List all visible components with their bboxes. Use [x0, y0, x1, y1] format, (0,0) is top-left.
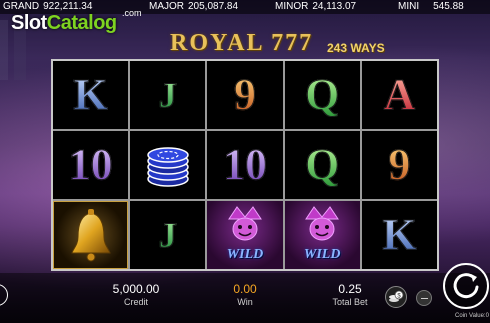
- slotcatalog-logo: SlotCatalog: [11, 12, 117, 35]
- bell-icon: [70, 209, 111, 262]
- symbol-10: 10: [222, 140, 267, 189]
- symbol-10: 10: [68, 140, 113, 189]
- game-ways: 243 WAYS: [327, 41, 385, 55]
- jackpot-minor: MINOR 24,113.07: [275, 1, 356, 12]
- jester-icon: [228, 206, 262, 241]
- reel-grid: K J 9 Q A 10 10 Q 9 J WILD WILD K: [53, 61, 437, 269]
- wild-label: WILD: [226, 247, 264, 262]
- symbol-q: Q: [305, 140, 340, 189]
- total-bet-display: 0.25 Total Bet: [320, 282, 380, 307]
- wild-label: WILD: [303, 247, 341, 262]
- symbol-j: J: [158, 75, 177, 115]
- game-title: ROYAL 777: [170, 30, 314, 56]
- jackpot-grand-label: GRAND: [3, 1, 40, 12]
- jackpot-major: MAJOR 205,087.84: [149, 1, 238, 12]
- reel-cell: K: [361, 201, 437, 269]
- jackpot-major-label: MAJOR: [149, 1, 184, 12]
- reel-cell: J: [130, 201, 206, 269]
- jackpot-grand: GRAND 922,211.34: [3, 1, 92, 12]
- reel-cell: 9: [207, 61, 283, 129]
- coin-value-label: Coin Value:0: [455, 313, 489, 319]
- jackpot-minor-value: 24,113.07: [312, 1, 357, 12]
- reel-cell: [130, 131, 206, 199]
- symbol-9: 9: [388, 140, 411, 189]
- reel-cell: K: [53, 61, 129, 129]
- win-display: 0.00 Win: [210, 282, 280, 307]
- credit-display: 5,000.00 Credit: [96, 282, 176, 307]
- symbol-k: K: [382, 210, 417, 259]
- coins-icon[interactable]: $: [385, 286, 407, 308]
- reel-cell: Q: [284, 61, 360, 129]
- credit-value: 5,000.00: [112, 282, 160, 296]
- symbol-a: A: [383, 70, 416, 119]
- jackpot-minor-label: MINOR: [275, 1, 309, 12]
- reel-cell-wild: WILD: [207, 201, 283, 269]
- symbol-j: J: [158, 215, 177, 255]
- symbol-q: Q: [305, 70, 340, 119]
- total-bet-value: 0.25: [338, 282, 362, 296]
- spin-icon[interactable]: [443, 263, 489, 309]
- jackpot-mini-label: MINI: [398, 1, 420, 12]
- spin-glyph: [453, 273, 479, 299]
- jackpot-mini: MINI 545.88: [398, 1, 464, 12]
- poker-chips-icon: [147, 147, 189, 187]
- logo-slot-text: Slot: [11, 12, 47, 34]
- reel-cell: J: [130, 61, 206, 129]
- jackpot-major-value: 205,087.84: [188, 1, 239, 12]
- reel-cell: 9: [361, 131, 437, 199]
- total-bet-label: Total Bet: [332, 297, 368, 307]
- reel-cell: Q: [284, 131, 360, 199]
- jester-icon: [305, 206, 340, 241]
- coins-glyph: $: [389, 290, 404, 302]
- minus-glyph: [421, 298, 428, 299]
- win-value: 0.00: [233, 282, 257, 296]
- reel-cell: A: [361, 61, 437, 129]
- jackpot-grand-value: 922,211.34: [43, 1, 93, 12]
- credit-label: Credit: [123, 297, 148, 307]
- symbol-9: 9: [233, 70, 256, 119]
- jackpot-mini-value: 545.88: [433, 1, 464, 12]
- reel-cell: 10: [53, 131, 129, 199]
- reel-area: K J 9 Q A 10 10 Q 9 J WILD WILD K: [51, 59, 439, 271]
- logo-catalog-text: Catalog: [46, 12, 117, 34]
- symbol-k: K: [73, 70, 108, 119]
- reel-cell: [53, 201, 129, 269]
- reel-cell: 10: [207, 131, 283, 199]
- win-label: Win: [237, 297, 253, 307]
- minus-icon[interactable]: [416, 290, 432, 306]
- reel-cell-wild: WILD: [284, 201, 360, 269]
- logo-com-text: .com: [122, 8, 142, 18]
